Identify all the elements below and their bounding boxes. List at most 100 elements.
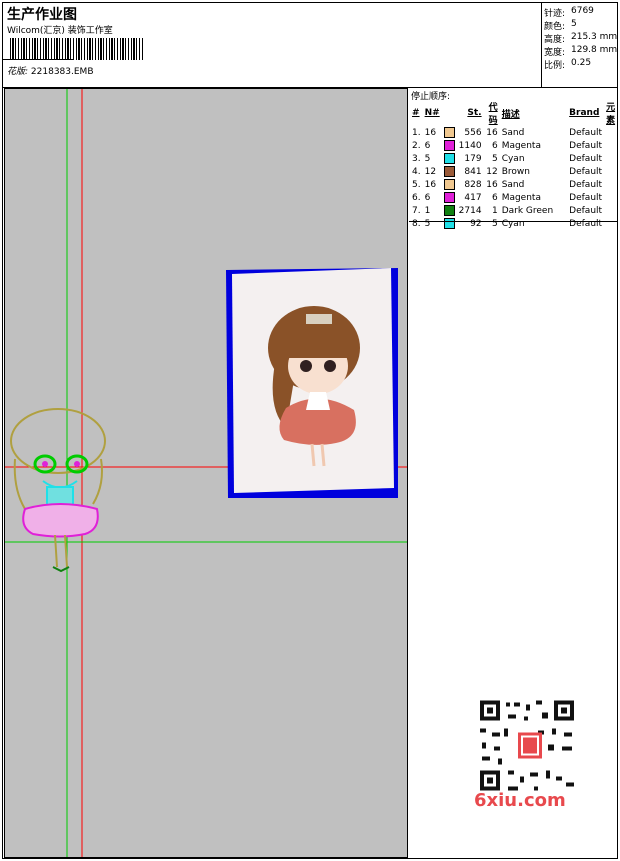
- row-code: 1: [491, 205, 498, 216]
- row-swatch: [442, 139, 457, 152]
- row-needle: 16: [424, 179, 437, 190]
- row-stitches: 417: [464, 192, 482, 203]
- row-brand: Default: [569, 140, 603, 151]
- row-stitches: 179: [464, 153, 482, 164]
- width-row: 宽度: 129.8 mm: [544, 45, 617, 58]
- row-swatch: [442, 165, 457, 178]
- row-needle: 16: [424, 127, 437, 138]
- row-swatch: [442, 152, 457, 165]
- scale-value: 0.25: [571, 58, 592, 68]
- row-element: [604, 152, 618, 165]
- stats-panel: 针迹: 6769 颜色: 5 高度: 215.3 mm 宽度: 129.8 mm…: [542, 2, 618, 88]
- header-panel: 生产作业图 Wilcom(汇京) 装饰工作室 花版: 2218383.EMB: [2, 2, 542, 88]
- row-needle: 6: [424, 140, 431, 151]
- design-file: 花版: 2218383.EMB: [7, 64, 94, 77]
- colors-label: 颜色:: [544, 22, 566, 32]
- table-divider: [409, 221, 618, 222]
- color-swatch: [443, 127, 455, 138]
- barcode: [10, 38, 143, 60]
- row-needle: 5: [424, 153, 431, 164]
- col-index: #: [412, 108, 420, 118]
- row-desc: Cyan: [501, 153, 525, 164]
- row-code: 6: [491, 140, 498, 151]
- col-element: 元素: [606, 103, 616, 126]
- color-swatch: [443, 179, 455, 190]
- row-stitches: 828: [464, 179, 482, 190]
- row-needle: 6: [424, 192, 431, 203]
- row-stitches: 2714: [458, 205, 482, 216]
- row-code: 12: [486, 166, 498, 177]
- colors-row: 颜色: 5: [544, 19, 577, 32]
- thread-row: 3. 5 179 5 Cyan Default: [410, 152, 618, 165]
- thread-row: 6. 6 417 6 Magenta Default: [410, 191, 618, 204]
- color-swatch: [443, 153, 455, 164]
- row-element: [604, 139, 618, 152]
- color-swatch: [443, 192, 455, 203]
- row-stitches: 556: [464, 127, 482, 138]
- row-code: 5: [491, 153, 498, 164]
- row-brand: Default: [569, 192, 603, 203]
- thread-row: 2. 6 1140 6 Magenta Default: [410, 139, 618, 152]
- row-swatch: [442, 191, 457, 204]
- design-value: 2218383.EMB: [30, 67, 94, 77]
- row-stitches: 1140: [458, 140, 482, 151]
- row-code: 16: [486, 179, 498, 190]
- row-code: 6: [491, 192, 498, 203]
- col-code: 代码: [488, 103, 498, 126]
- row-code: 16: [486, 127, 498, 138]
- color-swatch: [443, 205, 455, 216]
- row-index: 2.: [412, 140, 421, 151]
- height-row: 高度: 215.3 mm: [544, 32, 617, 45]
- color-swatch: [443, 140, 455, 151]
- stitches-label: 针迹:: [544, 9, 566, 19]
- width-label: 宽度:: [544, 48, 566, 58]
- col-swatch: [442, 100, 457, 126]
- row-brand: Default: [569, 127, 603, 138]
- color-swatch: [443, 166, 455, 177]
- col-desc: 描述: [501, 109, 520, 120]
- row-index: 6.: [412, 192, 421, 203]
- color-swatch: [443, 218, 455, 229]
- row-desc: Magenta: [501, 192, 541, 203]
- thread-table: # N# St. 代码 描述 Brand 元素 1. 16 556 16 Sand Def…: [410, 100, 618, 230]
- row-code: 5: [491, 218, 498, 229]
- row-desc: Brown: [501, 166, 530, 177]
- row-element: [604, 126, 618, 139]
- row-element: [604, 178, 618, 191]
- row-brand: Default: [569, 179, 603, 190]
- scale-label: 比例:: [544, 61, 566, 71]
- thread-row: 4. 12 841 12 Brown Default: [410, 165, 618, 178]
- row-brand: Default: [569, 153, 603, 164]
- row-index: 1.: [412, 127, 421, 138]
- col-stitches: St.: [467, 108, 482, 118]
- col-needle: N#: [424, 108, 440, 118]
- height-label: 高度:: [544, 35, 566, 45]
- row-needle: 5: [424, 218, 431, 229]
- scale-row: 比例: 0.25: [544, 58, 591, 71]
- row-desc: Magenta: [501, 140, 541, 151]
- reference-photo: [226, 268, 398, 498]
- thread-row: 1. 16 556 16 Sand Default: [410, 126, 618, 139]
- stitches-value: 6769: [571, 6, 594, 16]
- row-brand: Default: [569, 166, 603, 177]
- studio-name: Wilcom(汇京) 装饰工作室: [7, 26, 113, 36]
- thread-row: 5. 16 828 16 Sand Default: [410, 178, 618, 191]
- page-title: 生产作业图: [7, 7, 77, 23]
- col-brand: Brand: [569, 108, 600, 118]
- row-desc: Sand: [501, 179, 525, 190]
- width-value: 129.8 mm: [571, 45, 618, 55]
- thread-row: 8. 5 92 5 Cyan Default: [410, 217, 618, 230]
- row-brand: Default: [569, 205, 603, 216]
- row-desc: Sand: [501, 127, 525, 138]
- thread-row: 7. 1 2714 1 Dark Green Default: [410, 204, 618, 217]
- row-element: [604, 204, 618, 217]
- row-stitches: 92: [470, 218, 482, 229]
- row-desc: Dark Green: [501, 205, 554, 216]
- row-element: [604, 191, 618, 204]
- row-swatch: [442, 126, 457, 139]
- row-swatch: [442, 178, 457, 191]
- row-index: 7.: [412, 205, 421, 216]
- row-needle: 1: [424, 205, 431, 216]
- row-element: [604, 217, 618, 230]
- row-stitches: 841: [464, 166, 482, 177]
